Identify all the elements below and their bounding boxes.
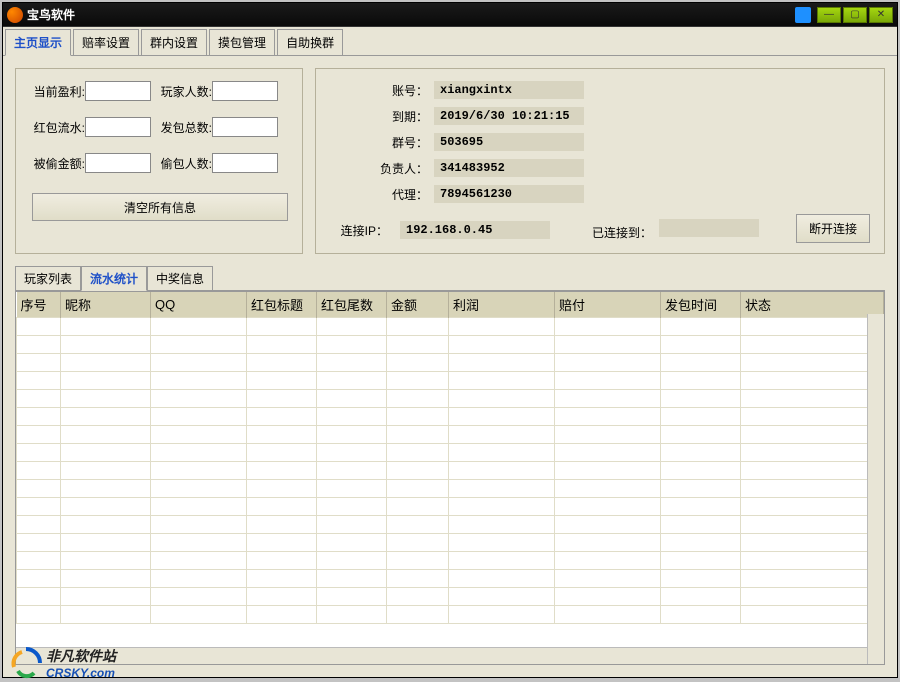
col-profit[interactable]: 利润 — [449, 292, 555, 318]
table-row — [17, 516, 884, 534]
players-input[interactable] — [212, 81, 278, 101]
table-row — [17, 336, 884, 354]
connected-label: 已连接到： — [592, 226, 652, 240]
table-row — [17, 552, 884, 570]
col-packet-title[interactable]: 红包标题 — [247, 292, 317, 318]
thieves-input[interactable] — [212, 153, 278, 173]
agent-value: 7894561230 — [434, 185, 584, 203]
disconnect-button[interactable]: 断开连接 — [796, 214, 870, 243]
top-panels: 当前盈利: 玩家人数: 红包流水: 发包总数: 被偷金额: 偷包人数: — [15, 68, 885, 254]
watermark-line2: CRSKY.com — [46, 666, 116, 680]
table-row — [17, 498, 884, 516]
data-table-container: 序号 昵称 QQ 红包标题 红包尾数 金额 利润 赔付 发包时间 状态 — [15, 291, 885, 665]
connected-value — [659, 219, 759, 237]
profit-label: 当前盈利: — [32, 83, 85, 100]
window-title: 宝鸟软件 — [27, 6, 795, 23]
table-row — [17, 534, 884, 552]
content-area: 当前盈利: 玩家人数: 红包流水: 发包总数: 被偷金额: 偷包人数: — [3, 56, 897, 677]
info-panel: 账号： xiangxintx 到期： 2019/6/30 10:21:15 群号… — [315, 68, 885, 254]
account-label: 账号： — [372, 82, 428, 99]
main-tabs: 主页显示 赔率设置 群内设置 摸包管理 自助换群 — [3, 27, 897, 56]
data-tabs: 玩家列表 流水统计 中奖信息 — [15, 266, 885, 291]
stolen-input[interactable] — [85, 153, 151, 173]
watermark-icon — [10, 647, 42, 679]
agent-label: 代理： — [372, 186, 428, 203]
horizontal-scrollbar[interactable] — [16, 647, 867, 664]
ip-label: 连接IP： — [332, 222, 388, 239]
table-row — [17, 426, 884, 444]
table-row — [17, 588, 884, 606]
table-row — [17, 408, 884, 426]
table-row — [17, 462, 884, 480]
tab-odds[interactable]: 赔率设置 — [73, 29, 139, 55]
tab-home[interactable]: 主页显示 — [5, 29, 71, 56]
col-send-time[interactable]: 发包时间 — [661, 292, 741, 318]
vertical-scrollbar[interactable] — [867, 314, 884, 664]
close-button[interactable]: ✕ — [869, 7, 893, 23]
help-icon[interactable] — [795, 7, 811, 23]
col-status[interactable]: 状态 — [741, 292, 884, 318]
app-icon — [7, 7, 23, 23]
expire-value: 2019/6/30 10:21:15 — [434, 107, 584, 125]
col-qq[interactable]: QQ — [151, 292, 247, 318]
ip-value: 192.168.0.45 — [400, 221, 550, 239]
table-row — [17, 390, 884, 408]
col-amount[interactable]: 金额 — [387, 292, 449, 318]
stats-panel: 当前盈利: 玩家人数: 红包流水: 发包总数: 被偷金额: 偷包人数: — [15, 68, 303, 254]
thieves-label: 偷包人数: — [159, 155, 212, 172]
col-payout[interactable]: 赔付 — [555, 292, 661, 318]
group-value: 503695 — [434, 133, 584, 151]
table-row — [17, 570, 884, 588]
stolen-label: 被偷金额: — [32, 155, 85, 172]
table-row — [17, 318, 884, 336]
table-row — [17, 444, 884, 462]
app-window: 宝鸟软件 — ▢ ✕ 主页显示 赔率设置 群内设置 摸包管理 自助换群 当前盈利… — [2, 2, 898, 678]
flow-input[interactable] — [85, 117, 151, 137]
expire-label: 到期： — [372, 108, 428, 125]
tab-group-settings[interactable]: 群内设置 — [141, 29, 207, 55]
group-label: 群号： — [372, 134, 428, 151]
account-value: xiangxintx — [434, 81, 584, 99]
watermark-line1: 非凡软件站 — [46, 646, 116, 666]
tab-players[interactable]: 玩家列表 — [15, 266, 81, 290]
col-packet-tail[interactable]: 红包尾数 — [317, 292, 387, 318]
data-table: 序号 昵称 QQ 红包标题 红包尾数 金额 利润 赔付 发包时间 状态 — [16, 292, 884, 624]
players-label: 玩家人数: — [159, 83, 212, 100]
data-section: 玩家列表 流水统计 中奖信息 序号 昵称 QQ 红包标题 红包尾数 金额 利润 — [15, 266, 885, 665]
col-nickname[interactable]: 昵称 — [61, 292, 151, 318]
packets-input[interactable] — [212, 117, 278, 137]
maximize-button[interactable]: ▢ — [843, 7, 867, 23]
table-row — [17, 354, 884, 372]
watermark: 非凡软件站 CRSKY.com — [10, 646, 116, 680]
clear-button[interactable]: 清空所有信息 — [32, 193, 288, 221]
profit-input[interactable] — [85, 81, 151, 101]
owner-label: 负责人： — [372, 160, 428, 177]
tab-packet-mgmt[interactable]: 摸包管理 — [209, 29, 275, 55]
titlebar: 宝鸟软件 — ▢ ✕ — [3, 3, 897, 27]
packets-label: 发包总数: — [159, 119, 212, 136]
table-row — [17, 606, 884, 624]
tab-flow-stats[interactable]: 流水统计 — [81, 266, 147, 291]
flow-label: 红包流水: — [32, 119, 85, 136]
tab-winners[interactable]: 中奖信息 — [147, 266, 213, 290]
tab-self-switch[interactable]: 自助换群 — [277, 29, 343, 55]
table-row — [17, 372, 884, 390]
owner-value: 341483952 — [434, 159, 584, 177]
col-seq[interactable]: 序号 — [17, 292, 61, 318]
minimize-button[interactable]: — — [817, 7, 841, 23]
table-row — [17, 480, 884, 498]
